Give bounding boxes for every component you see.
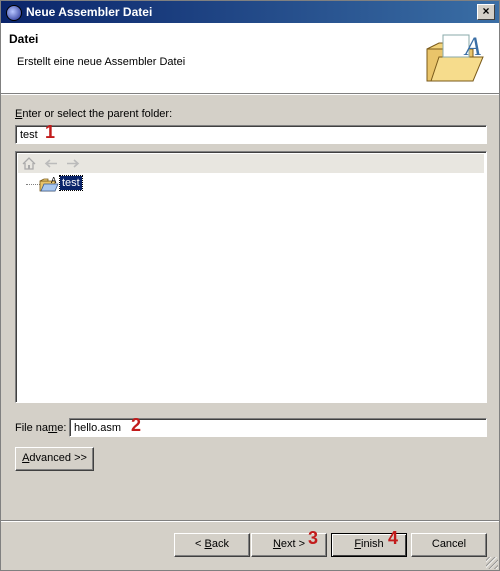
tree-item-label[interactable]: test: [59, 175, 83, 191]
step-badge-2: 2: [131, 415, 142, 435]
project-folder-icon: A: [39, 176, 59, 192]
home-icon[interactable]: [22, 157, 36, 170]
new-assembler-file-dialog: Neue Assembler Datei × Datei Erstellt ei…: [0, 0, 500, 571]
wizard-header: Datei Erstellt eine neue Assembler Datei…: [1, 23, 499, 94]
advanced-button[interactable]: Advanced >>: [15, 447, 94, 471]
cancel-button[interactable]: Cancel: [411, 533, 487, 557]
folder-tree[interactable]: A test: [15, 151, 487, 403]
back-arrow-icon[interactable]: [44, 157, 58, 170]
window-title: Neue Assembler Datei: [26, 5, 153, 19]
header-separator: [1, 94, 499, 95]
back-button[interactable]: < Back: [174, 533, 250, 557]
resize-grip[interactable]: [486, 557, 498, 569]
svg-text:A: A: [51, 176, 57, 185]
file-name-label: File name:: [15, 422, 67, 434]
new-file-wizard-icon: A: [426, 32, 484, 82]
step-badge-1: 1: [45, 122, 56, 142]
close-icon: ×: [482, 4, 490, 18]
eclipse-icon: [6, 5, 22, 21]
tree-toolbar: [18, 154, 484, 173]
step-badge-3: 3: [308, 528, 319, 548]
parent-folder-input[interactable]: [15, 125, 487, 144]
tree-item[interactable]: A test: [22, 175, 222, 192]
button-bar-separator-highlight: [1, 521, 499, 522]
page-title: Datei: [9, 32, 39, 46]
page-description: Erstellt eine neue Assembler Datei: [17, 56, 186, 68]
forward-arrow-icon[interactable]: [66, 157, 80, 170]
title-bar[interactable]: Neue Assembler Datei ×: [1, 1, 499, 23]
close-button[interactable]: ×: [477, 4, 495, 20]
svg-text:A: A: [463, 32, 481, 61]
step-badge-4: 4: [388, 528, 399, 548]
parent-folder-label: Enter or select the parent folder:: [15, 108, 173, 120]
